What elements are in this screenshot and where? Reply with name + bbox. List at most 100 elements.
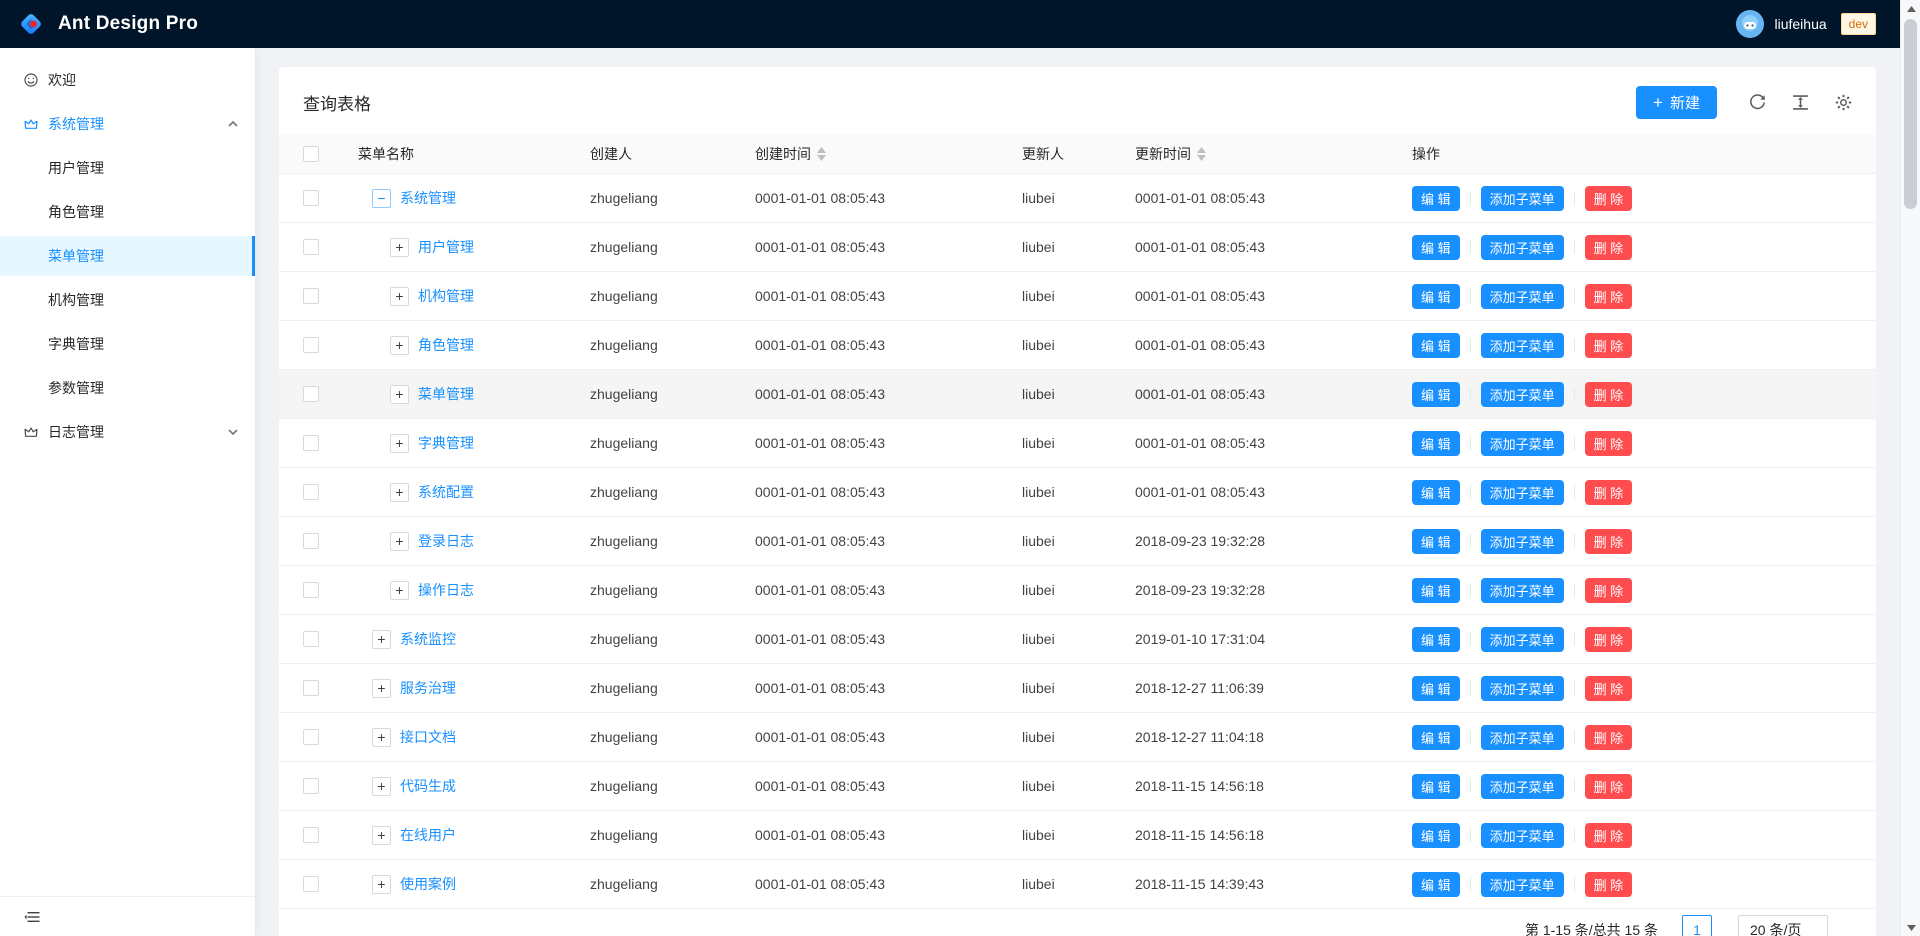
row-checkbox[interactable] bbox=[303, 827, 319, 843]
sidebar-subitem[interactable]: 参数管理 bbox=[0, 368, 255, 408]
row-checkbox[interactable] bbox=[303, 337, 319, 353]
settings-icon[interactable] bbox=[1835, 94, 1852, 111]
add-submenu-button[interactable]: 添加子菜单 bbox=[1481, 627, 1564, 652]
add-submenu-button[interactable]: 添加子菜单 bbox=[1481, 333, 1564, 358]
page-size-select[interactable]: 20 条/页 bbox=[1738, 915, 1828, 936]
tree-expander-icon[interactable]: + bbox=[390, 434, 409, 453]
row-checkbox[interactable] bbox=[303, 386, 319, 402]
tree-expander-icon[interactable]: + bbox=[372, 728, 391, 747]
add-submenu-button[interactable]: 添加子菜单 bbox=[1481, 480, 1564, 505]
tree-expander-icon[interactable]: + bbox=[390, 336, 409, 355]
row-checkbox[interactable] bbox=[303, 533, 319, 549]
row-checkbox[interactable] bbox=[303, 239, 319, 255]
tree-expander-icon[interactable]: + bbox=[372, 630, 391, 649]
row-checkbox[interactable] bbox=[303, 729, 319, 745]
add-submenu-button[interactable]: 添加子菜单 bbox=[1481, 431, 1564, 456]
menu-fold-icon[interactable] bbox=[24, 909, 40, 925]
delete-button[interactable]: 删 除 bbox=[1585, 235, 1633, 260]
tree-expander-icon[interactable]: + bbox=[390, 532, 409, 551]
sidebar-subitem[interactable]: 机构管理 bbox=[0, 280, 255, 320]
menu-name-link[interactable]: 服务治理 bbox=[400, 678, 456, 698]
menu-name-link[interactable]: 操作日志 bbox=[418, 580, 474, 600]
delete-button[interactable]: 删 除 bbox=[1585, 529, 1633, 554]
edit-button[interactable]: 编 辑 bbox=[1412, 235, 1460, 260]
delete-button[interactable]: 删 除 bbox=[1585, 872, 1633, 897]
row-checkbox[interactable] bbox=[303, 680, 319, 696]
edit-button[interactable]: 编 辑 bbox=[1412, 333, 1460, 358]
new-button[interactable]: + 新建 bbox=[1636, 86, 1717, 119]
menu-name-link[interactable]: 登录日志 bbox=[418, 531, 474, 551]
add-submenu-button[interactable]: 添加子菜单 bbox=[1481, 529, 1564, 554]
add-submenu-button[interactable]: 添加子菜单 bbox=[1481, 774, 1564, 799]
menu-name-link[interactable]: 接口文档 bbox=[400, 727, 456, 747]
delete-button[interactable]: 删 除 bbox=[1585, 431, 1633, 456]
row-checkbox[interactable] bbox=[303, 876, 319, 892]
menu-name-link[interactable]: 用户管理 bbox=[418, 237, 474, 257]
add-submenu-button[interactable]: 添加子菜单 bbox=[1481, 235, 1564, 260]
add-submenu-button[interactable]: 添加子菜单 bbox=[1481, 382, 1564, 407]
tree-expander-icon[interactable]: + bbox=[390, 238, 409, 257]
menu-name-link[interactable]: 菜单管理 bbox=[418, 384, 474, 404]
tree-expander-icon[interactable]: + bbox=[390, 483, 409, 502]
menu-name-link[interactable]: 系统配置 bbox=[418, 482, 474, 502]
row-checkbox[interactable] bbox=[303, 435, 319, 451]
add-submenu-button[interactable]: 添加子菜单 bbox=[1481, 284, 1564, 309]
add-submenu-button[interactable]: 添加子菜单 bbox=[1481, 676, 1564, 701]
menu-name-link[interactable]: 角色管理 bbox=[418, 335, 474, 355]
tree-expander-icon[interactable]: + bbox=[390, 581, 409, 600]
row-checkbox[interactable] bbox=[303, 778, 319, 794]
edit-button[interactable]: 编 辑 bbox=[1412, 284, 1460, 309]
edit-button[interactable]: 编 辑 bbox=[1412, 480, 1460, 505]
row-checkbox[interactable] bbox=[303, 631, 319, 647]
menu-name-link[interactable]: 在线用户 bbox=[400, 825, 456, 845]
row-checkbox[interactable] bbox=[303, 484, 319, 500]
sidebar-group-logs[interactable]: 日志管理 bbox=[0, 412, 255, 452]
sort-icons[interactable] bbox=[817, 147, 826, 161]
window-scrollbar[interactable] bbox=[1900, 0, 1920, 936]
delete-button[interactable]: 删 除 bbox=[1585, 774, 1633, 799]
row-checkbox[interactable] bbox=[303, 288, 319, 304]
delete-button[interactable]: 删 除 bbox=[1585, 480, 1633, 505]
delete-button[interactable]: 删 除 bbox=[1585, 823, 1633, 848]
menu-name-link[interactable]: 系统管理 bbox=[400, 188, 456, 208]
delete-button[interactable]: 删 除 bbox=[1585, 333, 1633, 358]
sidebar-subitem[interactable]: 菜单管理 bbox=[0, 236, 255, 276]
scroll-down-arrow-icon[interactable] bbox=[1901, 919, 1920, 936]
menu-name-link[interactable]: 使用案例 bbox=[400, 874, 456, 894]
delete-button[interactable]: 删 除 bbox=[1585, 676, 1633, 701]
add-submenu-button[interactable]: 添加子菜单 bbox=[1481, 872, 1564, 897]
tree-collapse-icon[interactable]: − bbox=[372, 189, 391, 208]
scroll-up-arrow-icon[interactable] bbox=[1901, 0, 1920, 17]
scrollbar-thumb[interactable] bbox=[1904, 19, 1917, 209]
row-checkbox[interactable] bbox=[303, 582, 319, 598]
delete-button[interactable]: 删 除 bbox=[1585, 284, 1633, 309]
menu-name-link[interactable]: 系统监控 bbox=[400, 629, 456, 649]
edit-button[interactable]: 编 辑 bbox=[1412, 529, 1460, 554]
edit-button[interactable]: 编 辑 bbox=[1412, 774, 1460, 799]
pagination-page-1[interactable]: 1 bbox=[1682, 915, 1712, 936]
delete-button[interactable]: 删 除 bbox=[1585, 578, 1633, 603]
sidebar-subitem[interactable]: 字典管理 bbox=[0, 324, 255, 364]
tree-expander-icon[interactable]: + bbox=[390, 385, 409, 404]
tree-expander-icon[interactable]: + bbox=[390, 287, 409, 306]
menu-name-link[interactable]: 机构管理 bbox=[418, 286, 474, 306]
menu-name-link[interactable]: 字典管理 bbox=[418, 433, 474, 453]
add-submenu-button[interactable]: 添加子菜单 bbox=[1481, 578, 1564, 603]
add-submenu-button[interactable]: 添加子菜单 bbox=[1481, 186, 1564, 211]
sidebar-item-welcome[interactable]: 欢迎 bbox=[0, 60, 255, 100]
density-icon[interactable] bbox=[1792, 94, 1809, 111]
edit-button[interactable]: 编 辑 bbox=[1412, 186, 1460, 211]
tree-expander-icon[interactable]: + bbox=[372, 826, 391, 845]
reload-icon[interactable] bbox=[1749, 94, 1766, 111]
tree-expander-icon[interactable]: + bbox=[372, 875, 391, 894]
sort-icons[interactable] bbox=[1197, 147, 1206, 161]
add-submenu-button[interactable]: 添加子菜单 bbox=[1481, 823, 1564, 848]
sidebar-subitem[interactable]: 用户管理 bbox=[0, 148, 255, 188]
delete-button[interactable]: 删 除 bbox=[1585, 382, 1633, 407]
tree-expander-icon[interactable]: + bbox=[372, 777, 391, 796]
sidebar-subitem[interactable]: 角色管理 bbox=[0, 192, 255, 232]
edit-button[interactable]: 编 辑 bbox=[1412, 627, 1460, 652]
sidebar-group-system[interactable]: 系统管理 bbox=[0, 104, 255, 144]
edit-button[interactable]: 编 辑 bbox=[1412, 382, 1460, 407]
edit-button[interactable]: 编 辑 bbox=[1412, 431, 1460, 456]
